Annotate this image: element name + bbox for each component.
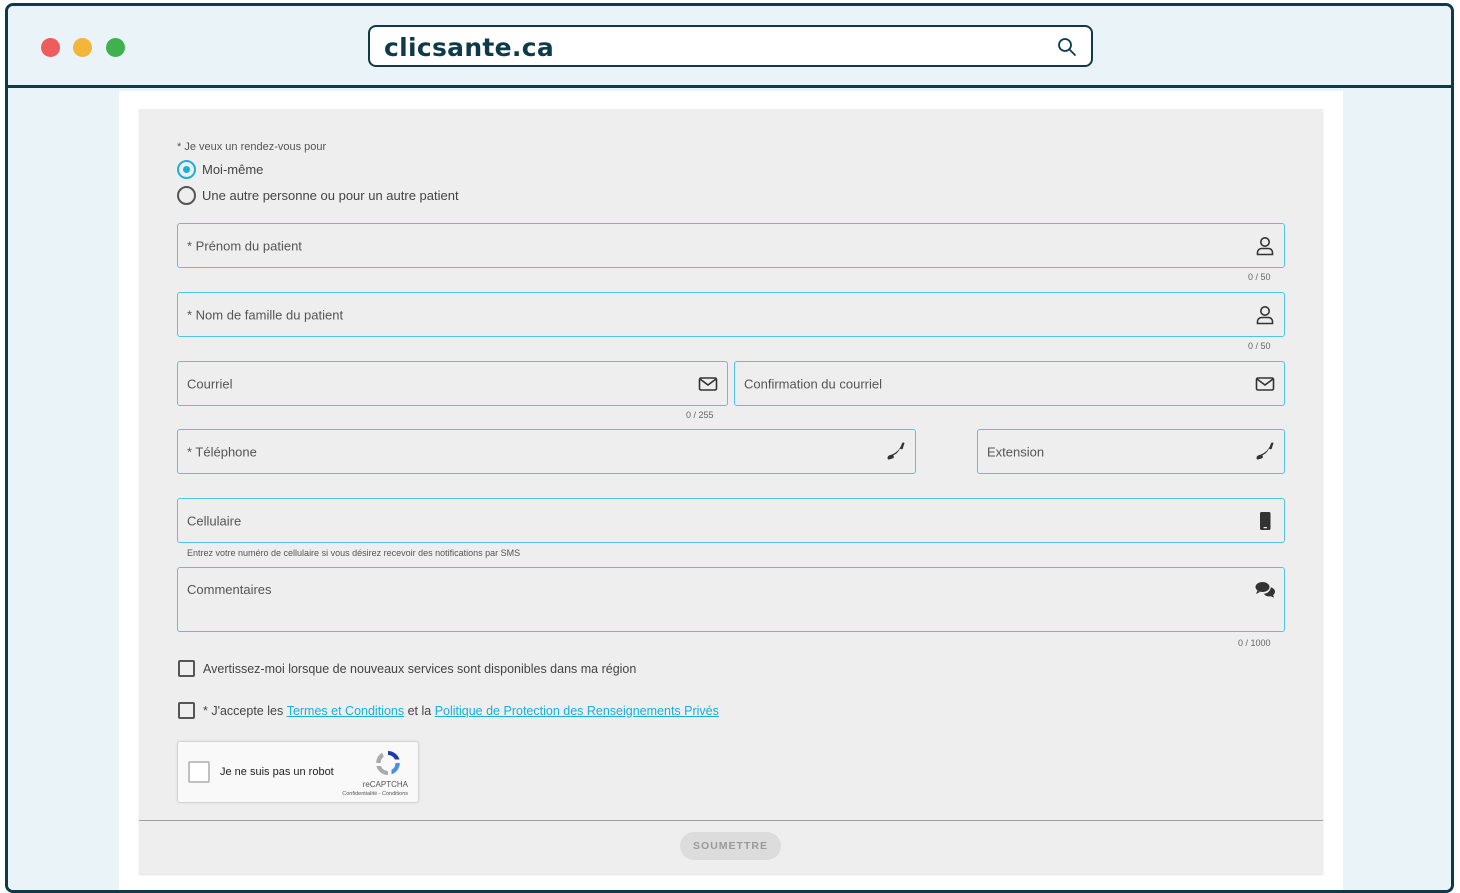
radio-button-unchecked[interactable]	[177, 186, 196, 205]
terms-link[interactable]: Termes et Conditions	[287, 704, 404, 718]
terms-middle: et la	[404, 704, 435, 718]
cellphone-hint: Entrez votre numéro de cellulaire si vou…	[187, 548, 520, 558]
chat-icon	[1254, 579, 1276, 601]
email-field[interactable]: Courriel	[177, 361, 728, 406]
recaptcha-terms[interactable]: Confidentialité - Conditions	[342, 791, 408, 797]
recaptcha-label: Je ne suis pas un robot	[220, 766, 334, 778]
radio-button-checked[interactable]	[177, 160, 196, 179]
appointment-for-label: * Je veux un rendez-vous pour	[177, 141, 326, 153]
terms-prefix: * J'accepte les	[203, 704, 287, 718]
terms-checkbox-row[interactable]: * J'accepte les Termes et Conditions et …	[178, 702, 719, 719]
cellphone-field[interactable]: Cellulaire	[177, 498, 1285, 543]
extension-label: Extension	[987, 444, 1044, 459]
radio-label-other: Une autre personne ou pour un autre pati…	[202, 188, 459, 203]
radio-option-other[interactable]: Une autre personne ou pour un autre pati…	[177, 186, 459, 205]
email-confirmation-label: Confirmation du courriel	[744, 376, 882, 391]
form-footer-divider	[139, 820, 1323, 821]
person-icon	[1254, 235, 1276, 257]
person-icon	[1254, 304, 1276, 326]
appointment-form: * Je veux un rendez-vous pour Moi-même U…	[139, 109, 1323, 874]
browser-window: clicsante.ca * Je veux un rendez-vous po…	[5, 3, 1454, 893]
recaptcha-widget: Je ne suis pas un robot reCAPTCHA Confid…	[177, 741, 419, 803]
comments-counter: 0 / 1000	[1238, 638, 1271, 648]
notify-checkbox-label: Avertissez-moi lorsque de nouveaux servi…	[203, 662, 636, 676]
cellphone-label: Cellulaire	[187, 513, 241, 528]
phone-icon	[885, 441, 907, 463]
address-bar[interactable]: clicsante.ca	[368, 25, 1093, 67]
last-name-label: * Nom de famille du patient	[187, 307, 343, 322]
first-name-counter: 0 / 50	[1248, 272, 1271, 282]
comments-label: Commentaires	[187, 582, 272, 597]
maximize-window-button[interactable]	[106, 38, 125, 57]
first-name-label: * Prénom du patient	[187, 238, 302, 253]
page-content: * Je veux un rendez-vous pour Moi-même U…	[119, 91, 1343, 893]
close-window-button[interactable]	[41, 38, 60, 57]
notify-checkbox[interactable]	[178, 660, 195, 677]
minimize-window-button[interactable]	[73, 38, 92, 57]
notify-checkbox-row[interactable]: Avertissez-moi lorsque de nouveaux servi…	[178, 660, 636, 677]
radio-label-self: Moi-même	[202, 162, 263, 177]
first-name-field[interactable]: * Prénom du patient	[177, 223, 1285, 268]
phone-icon	[1254, 441, 1276, 463]
last-name-counter: 0 / 50	[1248, 341, 1271, 351]
recaptcha-brand: reCAPTCHA	[363, 780, 408, 789]
email-counter: 0 / 255	[686, 410, 714, 420]
page-viewport: * Je veux un rendez-vous pour Moi-même U…	[8, 91, 1451, 890]
terms-checkbox[interactable]	[178, 702, 195, 719]
recaptcha-checkbox[interactable]	[188, 761, 210, 783]
recaptcha-logo-icon	[374, 749, 402, 777]
phone-field[interactable]: * Téléphone	[177, 429, 916, 474]
last-name-field[interactable]: * Nom de famille du patient	[177, 292, 1285, 337]
search-icon[interactable]	[1057, 37, 1077, 57]
extension-field[interactable]: Extension	[977, 429, 1285, 474]
phone-label: * Téléphone	[187, 444, 257, 459]
email-label: Courriel	[187, 376, 233, 391]
url-text: clicsante.ca	[384, 33, 554, 62]
browser-titlebar: clicsante.ca	[8, 6, 1451, 88]
envelope-icon	[697, 373, 719, 395]
email-confirmation-field[interactable]: Confirmation du courriel	[734, 361, 1285, 406]
mobile-icon	[1254, 510, 1276, 532]
radio-option-self[interactable]: Moi-même	[177, 160, 263, 179]
privacy-policy-link[interactable]: Politique de Protection des Renseignemen…	[435, 704, 719, 718]
comments-textarea[interactable]: Commentaires	[177, 567, 1285, 632]
submit-button[interactable]: SOUMETTRE	[680, 832, 781, 860]
envelope-icon	[1254, 373, 1276, 395]
